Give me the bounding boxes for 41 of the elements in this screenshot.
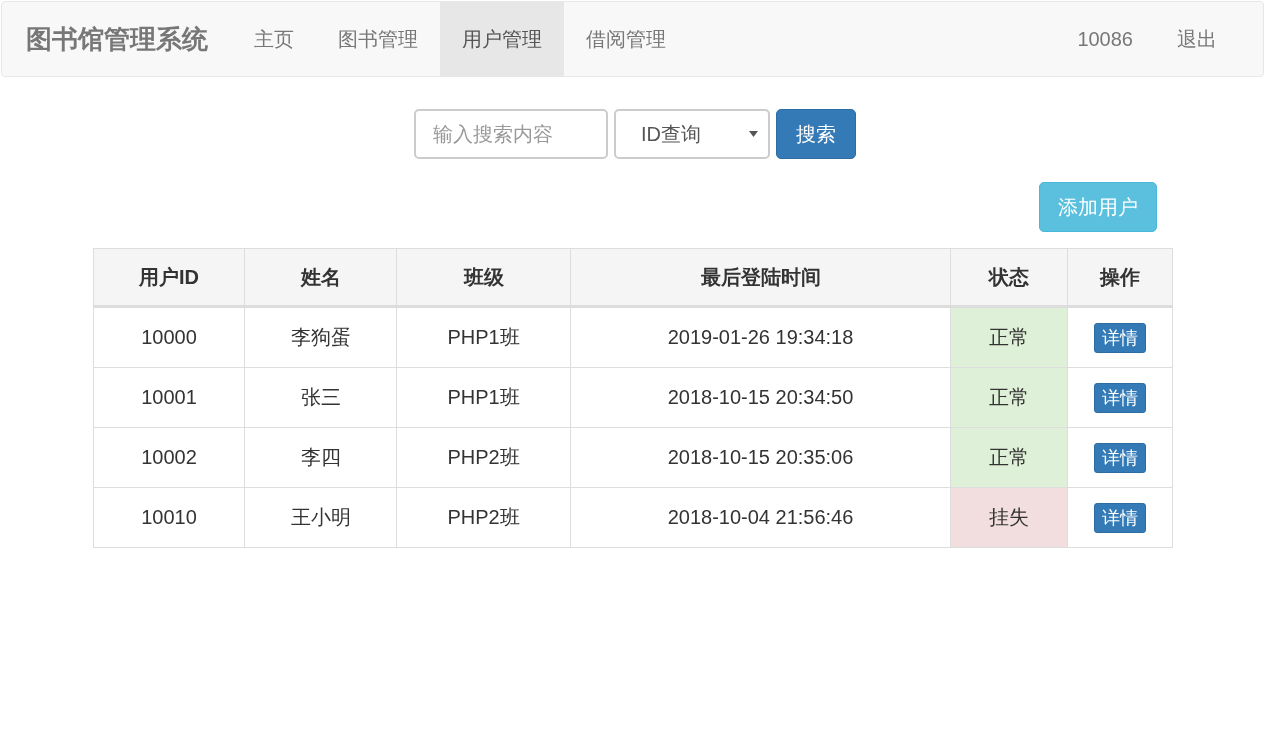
table-cell: 2018-10-15 20:34:50 (570, 367, 951, 428)
nav-tab[interactable]: 主页 (232, 2, 316, 76)
status-cell: 正常 (950, 427, 1068, 488)
column-header: 操作 (1067, 248, 1173, 307)
nav-tab[interactable]: 用户管理 (440, 2, 564, 76)
table-cell: 10010 (93, 487, 245, 548)
nav-link[interactable]: 退出 (1155, 2, 1239, 76)
details-button[interactable]: 详情 (1094, 442, 1146, 473)
details-button[interactable]: 详情 (1094, 502, 1146, 533)
table-cell: 张三 (244, 367, 397, 428)
nav-link[interactable]: 10086 (1055, 2, 1155, 76)
column-header: 用户ID (93, 248, 245, 307)
table-cell: 10001 (93, 367, 245, 428)
table-cell: 10000 (93, 306, 245, 368)
table-cell: PHP1班 (396, 306, 571, 368)
table-cell: 2019-01-26 19:34:18 (570, 306, 951, 368)
table-cell: 李四 (244, 427, 397, 488)
caret-icon (749, 131, 758, 137)
table-cell: 王小明 (244, 487, 397, 548)
details-button[interactable]: 详情 (1094, 382, 1146, 413)
search-button[interactable]: 搜索 (776, 109, 856, 159)
table-cell: PHP2班 (396, 427, 571, 488)
table-cell: 2018-10-15 20:35:06 (570, 427, 951, 488)
column-header: 最后登陆时间 (570, 248, 951, 307)
search-field[interactable]: 输入搜索内容 (414, 109, 608, 159)
brand-title[interactable]: 图书馆管理系统 (26, 2, 208, 76)
status-cell: 挂失 (950, 487, 1068, 548)
column-header: 班级 (396, 248, 571, 307)
table-cell: 李狗蛋 (244, 306, 397, 368)
column-header: 姓名 (244, 248, 397, 307)
nav-tab[interactable]: 借阅管理 (564, 2, 688, 76)
nav-tab[interactable]: 图书管理 (316, 2, 440, 76)
table-cell: PHP2班 (396, 487, 571, 548)
table-cell: 10002 (93, 427, 245, 488)
column-header: 状态 (950, 248, 1068, 307)
table-cell: PHP1班 (396, 367, 571, 428)
query-type-select[interactable]: ID查询 (614, 109, 770, 159)
status-cell: 正常 (950, 367, 1068, 428)
status-cell: 正常 (950, 306, 1068, 368)
table-cell: 2018-10-04 21:56:46 (570, 487, 951, 548)
details-button[interactable]: 详情 (1094, 322, 1146, 353)
